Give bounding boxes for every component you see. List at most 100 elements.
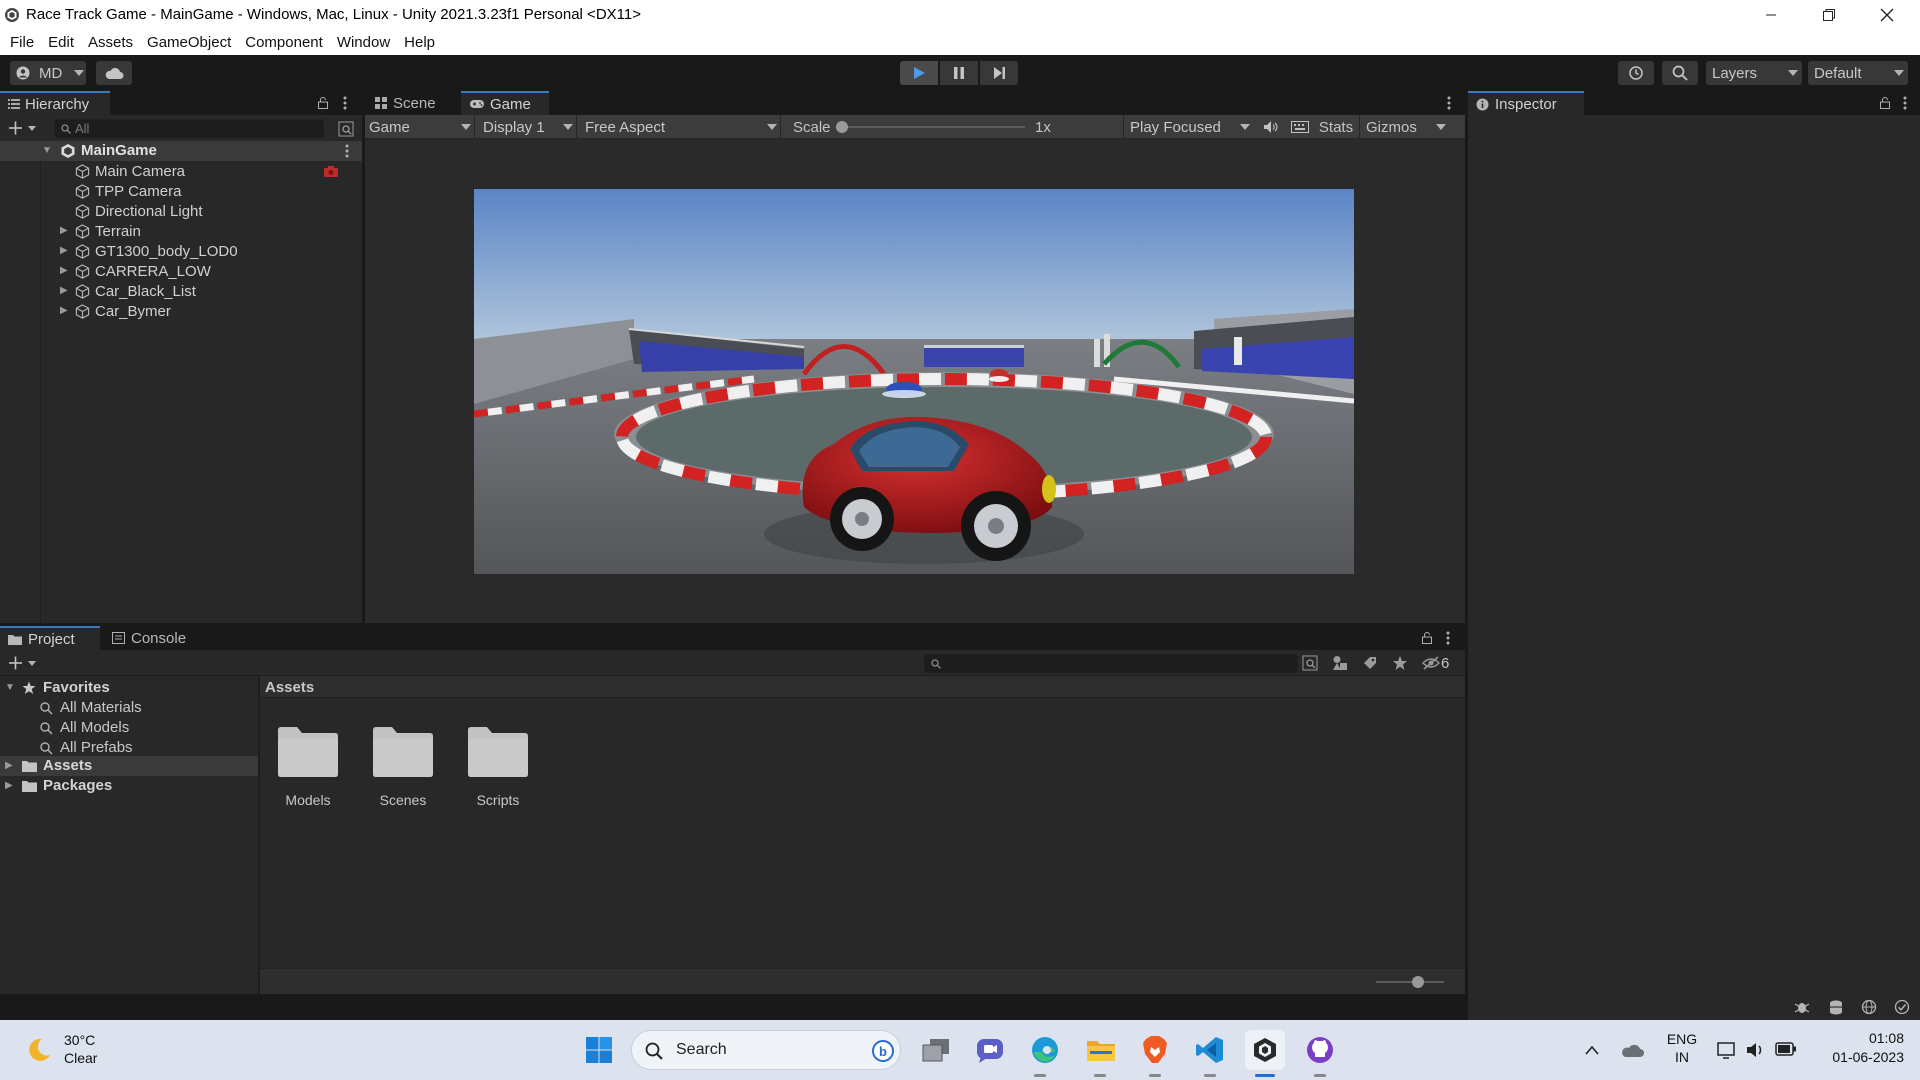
display-dropdown[interactable]: Display 1 [479,115,577,139]
expand-arrow-icon[interactable]: ▶ [60,305,70,316]
play-mode-dropdown[interactable]: Play Focused [1123,115,1253,139]
database-icon[interactable] [1828,999,1844,1015]
more-options-icon[interactable] [1903,96,1907,110]
asset-folder[interactable]: Models [268,726,348,808]
teams-chat-button[interactable] [970,1030,1010,1070]
brave-button[interactable] [1135,1030,1175,1070]
battery-icon[interactable] [1775,1042,1797,1056]
file-explorer-button[interactable] [1081,1030,1121,1070]
lock-icon[interactable] [318,97,328,109]
tab-scene[interactable]: Scene [365,91,459,115]
lock-icon[interactable] [1422,632,1432,644]
favorites-row[interactable]: ▼ Favorites [0,678,258,698]
globe-icon[interactable] [1861,999,1877,1015]
cloud-button[interactable] [96,61,132,85]
unity-hub-button[interactable] [1245,1030,1285,1070]
asset-folder[interactable]: Scripts [458,726,538,808]
scale-slider-handle[interactable] [836,121,848,133]
network-icon[interactable] [1717,1040,1737,1060]
hierarchy-item[interactable]: ▶ Terrain [0,221,362,241]
breadcrumb[interactable]: Assets [265,679,314,696]
tab-inspector[interactable]: Inspector [1468,91,1584,115]
stats-button[interactable]: Stats [1316,115,1356,139]
create-asset-button[interactable] [8,654,40,672]
aspect-dropdown[interactable]: Free Aspect [581,115,781,139]
tab-hierarchy[interactable]: Hierarchy [0,91,110,115]
more-options-icon[interactable] [1446,631,1450,645]
pause-button[interactable] [940,61,978,85]
check-circle-icon[interactable] [1894,999,1910,1015]
start-button[interactable] [579,1030,619,1070]
taskbar-search[interactable]: Search b [631,1030,901,1070]
hierarchy-search-input[interactable]: All [54,119,324,138]
filter-by-type-icon[interactable] [1332,655,1348,671]
packages-root-row[interactable]: ▶ Packages [0,776,258,796]
language-indicator[interactable]: ENG IN [1662,1031,1702,1071]
menu-gameobject[interactable]: GameObject [147,34,231,51]
mute-audio-button[interactable] [1261,117,1281,137]
vscode-button[interactable] [1190,1030,1230,1070]
restore-button[interactable] [1800,0,1858,29]
chevron-up-icon[interactable] [1584,1044,1600,1056]
icon-size-slider-handle[interactable] [1412,976,1424,988]
gizmos-dropdown[interactable]: Gizmos [1359,115,1446,139]
shortcuts-button[interactable] [1289,117,1311,137]
onedrive-cloud-icon[interactable] [1620,1042,1644,1058]
hierarchy-item[interactable]: ▶ Car_Bymer [0,301,362,321]
hierarchy-item[interactable]: ▶ GT1300_body_LOD0 [0,241,362,261]
layers-dropdown[interactable]: Layers [1706,61,1802,85]
favorite-item[interactable]: All Materials [0,698,258,718]
search-button[interactable] [1662,61,1698,85]
scene-options-icon[interactable] [345,144,349,158]
filter-by-label-icon[interactable] [1362,655,1378,671]
hierarchy-item[interactable]: TPP Camera [0,181,362,201]
favorite-item[interactable]: All Prefabs [0,738,258,758]
tab-project[interactable]: Project [0,626,100,650]
menu-component[interactable]: Component [245,34,323,51]
hierarchy-item[interactable]: Directional Light [0,201,362,221]
clock[interactable]: 01:08 01-06-2023 [1810,1030,1904,1070]
undo-history-button[interactable] [1618,61,1654,85]
expand-arrow-icon[interactable]: ▶ [60,225,70,236]
close-window-button[interactable] [1858,0,1916,29]
menu-assets[interactable]: Assets [88,34,133,51]
project-search-input[interactable] [924,654,1298,673]
github-desktop-button[interactable] [1300,1030,1340,1070]
play-button[interactable] [900,61,938,85]
volume-icon[interactable] [1745,1040,1765,1060]
task-view-button[interactable] [916,1030,956,1070]
tab-game[interactable]: Game [461,91,549,115]
bug-icon[interactable] [1794,999,1810,1015]
tab-console[interactable]: Console [102,626,202,650]
search-scene-icon[interactable] [1302,655,1318,671]
menu-window[interactable]: Window [337,34,390,51]
game-viewport[interactable] [365,139,1465,623]
scene-search-icon[interactable] [338,121,354,137]
scale-slider[interactable] [836,121,1025,133]
scene-row[interactable]: ▼ MainGame [0,141,362,161]
hierarchy-item[interactable]: Main Camera [0,161,362,181]
menu-help[interactable]: Help [404,34,435,51]
more-options-icon[interactable] [343,96,347,110]
minimize-button[interactable] [1742,0,1800,29]
weather-widget[interactable]: 30°C Clear [22,1032,112,1068]
expand-arrow-icon[interactable]: ▶ [60,285,70,296]
expand-arrow-icon[interactable]: ▶ [60,245,70,256]
edge-button[interactable] [1025,1030,1065,1070]
game-view-mode-dropdown[interactable]: Game [365,115,475,139]
hierarchy-item[interactable]: ▶ Car_Black_List [0,281,362,301]
favorite-item[interactable]: All Models [0,718,258,738]
hidden-packages-toggle[interactable]: 6 [1422,653,1460,673]
step-button[interactable] [980,61,1018,85]
layout-dropdown[interactable]: Default [1808,61,1908,85]
asset-folder[interactable]: Scenes [363,726,443,808]
menu-file[interactable]: File [10,34,34,51]
more-options-icon[interactable] [1447,96,1451,110]
lock-icon[interactable] [1880,97,1890,109]
favorite-star-icon[interactable] [1392,655,1408,671]
menu-edit[interactable]: Edit [48,34,74,51]
create-button[interactable] [8,119,40,137]
hierarchy-item[interactable]: ▶ CARRERA_LOW [0,261,362,281]
expand-arrow-icon[interactable]: ▶ [60,265,70,276]
icon-size-slider[interactable] [1376,976,1444,988]
